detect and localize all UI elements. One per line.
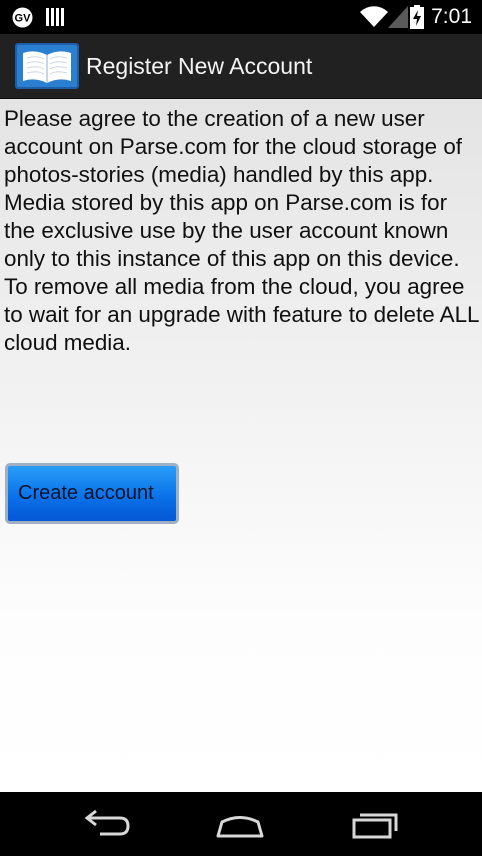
cell-signal-icon (388, 6, 408, 28)
page-title: Register New Account (86, 53, 313, 79)
battery-charging-icon (410, 5, 424, 29)
recent-apps-icon[interactable] (346, 808, 406, 840)
home-icon[interactable] (210, 808, 270, 840)
main-content: Please agree to the creation of a new us… (0, 99, 482, 792)
create-account-button[interactable]: Create account (5, 463, 179, 524)
status-time: 7:01 (431, 5, 472, 28)
agreement-message: Please agree to the creation of a new us… (4, 106, 479, 355)
barcode-icon (46, 8, 64, 26)
navigation-bar (0, 792, 482, 856)
status-bar: GV 7:01 (0, 0, 482, 34)
wifi-icon (360, 6, 388, 28)
open-book-icon[interactable] (15, 43, 79, 89)
action-bar: Register New Account (0, 34, 482, 99)
gv-voice-icon: GV (12, 7, 33, 28)
svg-text:GV: GV (15, 13, 32, 25)
back-icon[interactable] (76, 808, 136, 840)
